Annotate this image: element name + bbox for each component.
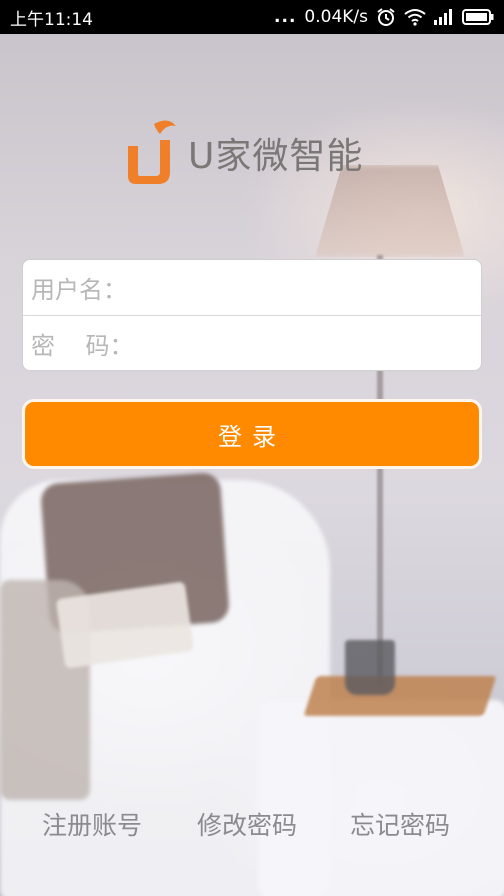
change-password-link[interactable]: 修改密码: [197, 806, 297, 842]
password-row: 密 码：: [23, 315, 481, 370]
battery-icon: [462, 9, 494, 25]
overflow-dots: ...: [274, 7, 297, 27]
net-speed: 0.04K/s: [304, 7, 368, 27]
status-bar: 上午11:14 ... 0.04K/s: [0, 0, 504, 34]
app-name: U家微智能: [188, 136, 364, 177]
password-input[interactable]: [133, 317, 481, 370]
username-row: 用户名：: [23, 260, 481, 315]
wifi-icon: [404, 8, 426, 26]
signal-icon: [434, 9, 454, 25]
username-input[interactable]: [127, 261, 481, 314]
login-screen: 上午11:14 ... 0.04K/s U家微智能 用户名： 密 码： 登录 注…: [0, 0, 504, 896]
status-time: 上午11:14: [10, 9, 93, 30]
bottom-links: 注册账号 修改密码 忘记密码: [0, 806, 504, 846]
background-cup: [345, 640, 395, 695]
status-indicators: ... 0.04K/s: [274, 7, 494, 27]
app-logo: U家微智能: [124, 118, 363, 188]
background-tray: [303, 676, 497, 716]
logo-mark-icon: [124, 118, 178, 188]
login-button[interactable]: 登录: [22, 399, 482, 469]
username-label: 用户名：: [31, 276, 127, 304]
forgot-password-link[interactable]: 忘记密码: [350, 806, 450, 842]
alarm-icon: [376, 7, 396, 27]
register-link[interactable]: 注册账号: [42, 806, 142, 842]
password-label: 密 码：: [31, 332, 134, 360]
login-form: 用户名： 密 码：: [22, 259, 482, 371]
background-ottoman: [258, 700, 504, 896]
